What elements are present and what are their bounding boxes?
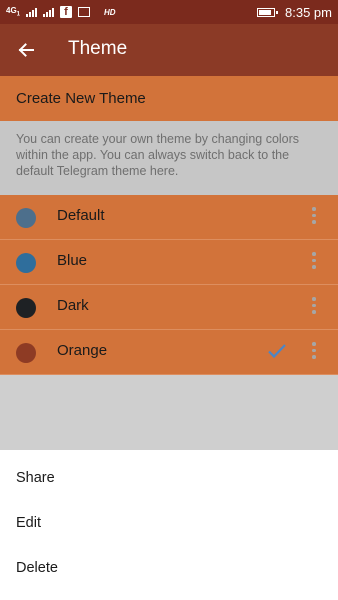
more-options-icon[interactable] bbox=[311, 342, 317, 362]
hd-label: HD bbox=[104, 7, 116, 17]
status-right: 8:35 pm bbox=[257, 3, 332, 21]
edit-menu-item[interactable]: Edit bbox=[0, 501, 338, 546]
status-left: 4G1 f HD bbox=[6, 3, 116, 21]
theme-row-blue[interactable]: Blue bbox=[0, 240, 338, 285]
more-options-icon[interactable] bbox=[311, 207, 317, 227]
facebook-icon: f bbox=[60, 6, 73, 18]
theme-color-dot bbox=[16, 343, 36, 363]
more-options-icon[interactable] bbox=[311, 297, 317, 317]
theme-row-orange[interactable]: Orange bbox=[0, 330, 338, 375]
app-bar: Theme bbox=[0, 24, 338, 76]
image-icon bbox=[78, 7, 91, 17]
theme-name: Blue bbox=[57, 252, 88, 269]
network-type: 4G1 bbox=[6, 6, 21, 18]
theme-name: Default bbox=[57, 207, 105, 224]
checkmark-icon bbox=[268, 344, 286, 359]
theme-row-dark[interactable]: Dark bbox=[0, 285, 338, 330]
theme-name: Orange bbox=[57, 342, 108, 359]
arrow-back-icon bbox=[18, 43, 34, 57]
battery-icon bbox=[257, 7, 279, 17]
delete-menu-item[interactable]: Delete bbox=[0, 546, 338, 591]
theme-color-dot bbox=[16, 208, 36, 228]
theme-name: Dark bbox=[57, 297, 89, 314]
more-options-icon[interactable] bbox=[311, 252, 317, 272]
create-new-theme-button[interactable]: Create New Theme bbox=[0, 76, 338, 121]
theme-color-dot bbox=[16, 298, 36, 318]
share-menu-item[interactable]: Share bbox=[0, 456, 338, 501]
status-bar: 4G1 f HD 8:35 pm bbox=[0, 0, 338, 24]
signal-strength-2-icon bbox=[43, 7, 55, 17]
clock: 8:35 pm bbox=[285, 4, 332, 20]
bottom-sheet-menu: Share Edit Delete bbox=[0, 450, 338, 600]
theme-row-default[interactable]: Default bbox=[0, 195, 338, 240]
page-title: Theme bbox=[68, 38, 128, 59]
create-new-theme-label: Create New Theme bbox=[16, 90, 146, 107]
theme-info-text: You can create your own theme by changin… bbox=[0, 121, 338, 195]
theme-list: Default Blue Dark Orange bbox=[0, 195, 338, 375]
signal-strength-icon bbox=[26, 7, 38, 17]
theme-color-dot bbox=[16, 253, 36, 273]
back-button[interactable] bbox=[12, 36, 40, 64]
